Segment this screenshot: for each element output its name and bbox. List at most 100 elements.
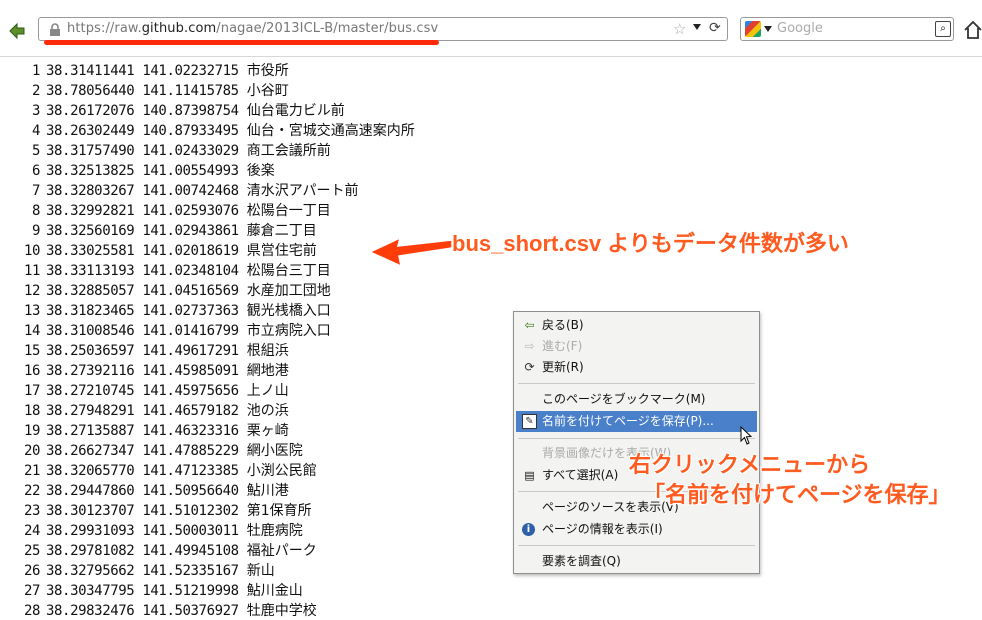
menu-save-page-as[interactable]: ✎ 名前を付けてページを保存(P)... [516, 411, 757, 432]
row-number: 2 [31, 83, 40, 99]
row-values: 38.32992821 141.02593076 松陽台一丁目 [46, 203, 331, 219]
latitude: 38.29781082 [46, 543, 135, 559]
csv-row: 19 38.27135887 141.46323316 栗ヶ崎 [0, 420, 289, 440]
menu-separator [518, 545, 755, 546]
row-number: 12 [23, 283, 40, 299]
row-values: 38.27948291 141.46579182 池の浜 [46, 403, 289, 419]
search-go-icon[interactable]: ⌕ [935, 21, 951, 37]
back-arrow-icon[interactable] [8, 22, 26, 40]
browser-toolbar: https://raw.github.com/nagae/2013ICL-B/m… [0, 0, 982, 57]
csv-row: 2 38.78056440 141.11415785 小谷町 [0, 80, 289, 100]
csv-row: 26 38.32795662 141.52335167 新山 [0, 560, 275, 580]
url-dropdown-icon[interactable] [693, 24, 701, 30]
engine-dropdown-icon[interactable] [764, 26, 772, 32]
latitude: 38.31757490 [46, 143, 135, 159]
stop-name: 仙台・宮城交通高速案内所 [246, 123, 415, 139]
stop-name: 網小医院 [246, 443, 303, 459]
stop-name: 商工会議所前 [246, 143, 331, 159]
row-number: 7 [31, 183, 40, 199]
longitude: 141.52335167 [142, 563, 239, 579]
csv-row: 10 38.33025581 141.02018619 県営住宅前 [0, 240, 317, 260]
row-values: 38.32803267 141.00742468 清水沢アパート前 [46, 183, 358, 199]
row-values: 38.33025581 141.02018619 県営住宅前 [46, 243, 317, 259]
latitude: 38.32560169 [46, 223, 135, 239]
longitude: 141.47123385 [142, 463, 239, 479]
csv-row: 18 38.27948291 141.46579182 池の浜 [0, 400, 289, 420]
search-bar[interactable]: Google ⌕ [740, 17, 954, 41]
stop-name: 水産加工団地 [246, 283, 331, 299]
longitude: 141.45985091 [142, 363, 239, 379]
latitude: 38.32795662 [46, 563, 135, 579]
csv-row: 8 38.32992821 141.02593076 松陽台一丁目 [0, 200, 331, 220]
url-bar[interactable]: https://raw.github.com/nagae/2013ICL-B/m… [38, 17, 728, 41]
longitude: 141.46323316 [142, 423, 239, 439]
stop-name: 根組浜 [246, 343, 289, 359]
longitude: 141.02232715 [142, 63, 239, 79]
latitude: 38.25036597 [46, 343, 135, 359]
stop-name: 仙台電力ビル前 [246, 103, 345, 119]
latitude: 38.78056440 [46, 83, 135, 99]
row-number: 22 [23, 483, 40, 499]
csv-row: 23 38.30123707 141.51012302 第1保育所 [0, 500, 312, 520]
row-number: 11 [23, 263, 40, 279]
csv-row: 9 38.32560169 141.02943861 藤倉二丁目 [0, 220, 317, 240]
menu-inspect[interactable]: 要素を調査(Q) [514, 551, 759, 572]
bookmark-star-icon[interactable]: ☆ [673, 20, 686, 38]
row-values: 38.29447860 141.50956640 鮎川港 [46, 483, 289, 499]
row-values: 38.32795662 141.52335167 新山 [46, 563, 275, 579]
csv-row: 17 38.27210745 141.45975656 上ノ山 [0, 380, 289, 400]
longitude: 141.49617291 [142, 343, 239, 359]
stop-name: 小谷町 [246, 83, 289, 99]
longitude: 141.47885229 [142, 443, 239, 459]
menu-bookmark[interactable]: このページをブックマーク(M) [514, 389, 759, 410]
row-number: 15 [23, 343, 40, 359]
context-menu: ⇦ 戻る(B) ⇨ 進む(F) ⟳ 更新(R) このページをブックマーク(M) … [513, 311, 760, 574]
row-values: 38.32513825 141.00554993 後楽 [46, 163, 275, 179]
row-values: 38.26627347 141.47885229 網小医院 [46, 443, 303, 459]
menu-forward[interactable]: ⇨ 進む(F) [514, 336, 759, 357]
stop-name: 藤倉二丁目 [246, 223, 317, 239]
stop-name: 牡鹿中学校 [246, 603, 317, 619]
row-number: 13 [23, 303, 40, 319]
menu-reload[interactable]: ⟳ 更新(R) [514, 357, 759, 378]
latitude: 38.27135887 [46, 423, 135, 439]
latitude: 38.26627347 [46, 443, 135, 459]
latitude: 38.32992821 [46, 203, 135, 219]
row-values: 38.32885057 141.04516569 水産加工団地 [46, 283, 331, 299]
longitude: 141.00742468 [142, 183, 239, 199]
menu-back[interactable]: ⇦ 戻る(B) [514, 315, 759, 336]
row-number: 24 [23, 523, 40, 539]
longitude: 141.00554993 [142, 163, 239, 179]
stop-name: 鮎川金山 [246, 583, 303, 599]
reload-icon[interactable]: ⟳ [709, 20, 721, 36]
longitude: 141.02348104 [142, 263, 239, 279]
latitude: 38.31823465 [46, 303, 135, 319]
search-input[interactable]: Google [777, 21, 823, 36]
csv-row: 11 38.33113193 141.02348104 松陽台三丁目 [0, 260, 331, 280]
row-values: 38.30347795 141.51219998 鮎川金山 [46, 583, 303, 599]
longitude: 141.02593076 [142, 203, 239, 219]
csv-row: 7 38.32803267 141.00742468 清水沢アパート前 [0, 180, 359, 200]
csv-row: 13 38.31823465 141.02737363 観光桟橋入口 [0, 300, 331, 320]
stop-name: 市役所 [246, 63, 289, 79]
toolbar-divider [0, 56, 982, 57]
reload-icon: ⟳ [524, 360, 535, 374]
latitude: 38.30347795 [46, 583, 135, 599]
longitude: 141.51219998 [142, 583, 239, 599]
google-engine-icon[interactable] [745, 21, 761, 37]
save-edit-icon: ✎ [522, 414, 537, 429]
latitude: 38.32803267 [46, 183, 135, 199]
longitude: 140.87398754 [142, 103, 239, 119]
latitude: 38.29931093 [46, 523, 135, 539]
row-number: 1 [31, 63, 40, 79]
row-values: 38.31411441 141.02232715 市役所 [46, 63, 289, 79]
csv-row: 1 38.31411441 141.02232715 市役所 [0, 60, 289, 80]
row-number: 9 [31, 223, 40, 239]
home-icon[interactable] [964, 20, 982, 40]
row-values: 38.26302449 140.87933495 仙台・宮城交通高速案内所 [46, 123, 415, 139]
stop-name: 新山 [246, 563, 275, 579]
csv-row: 3 38.26172076 140.87398754 仙台電力ビル前 [0, 100, 345, 120]
row-number: 27 [23, 583, 40, 599]
menu-page-info[interactable]: i ページの情報を表示(I) [514, 519, 759, 540]
row-number: 25 [23, 543, 40, 559]
